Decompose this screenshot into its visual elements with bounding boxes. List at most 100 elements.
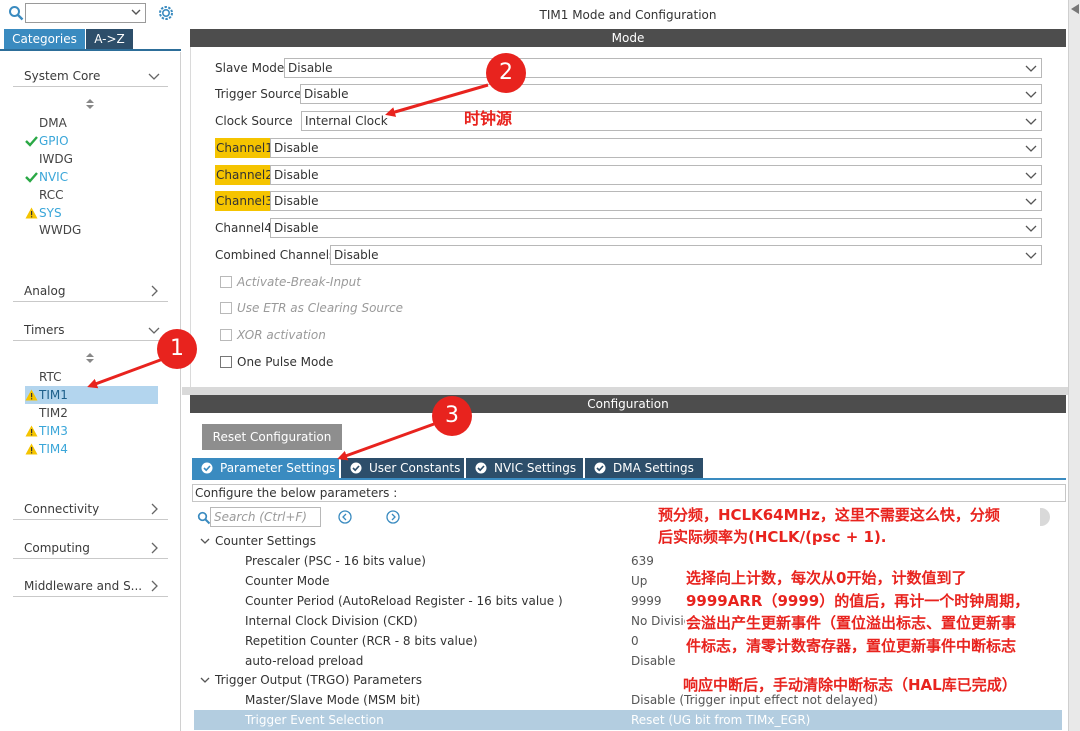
tab-underline [0, 49, 181, 51]
tab-dma-settings[interactable]: DMA Settings [585, 458, 703, 478]
chevron-down-icon [1025, 145, 1037, 152]
configure-hint: Configure the below parameters : [192, 484, 1066, 502]
sidebar-item-gpio[interactable]: GPIO [25, 132, 158, 150]
sidebar-item-dma[interactable]: DMA [25, 114, 158, 132]
category-label: System Core [24, 69, 101, 83]
chevron-down-icon [1025, 118, 1037, 125]
channel1-select[interactable]: Disable [270, 138, 1042, 158]
tab-underline [192, 478, 1066, 480]
channel1-label: Channel1 [215, 138, 274, 158]
peripheral-search-combo[interactable] [25, 3, 146, 23]
sort-icon[interactable] [86, 353, 94, 363]
param-trigger-event-selection[interactable]: Trigger Event Selection Reset (UG bit fr… [194, 710, 1062, 730]
category-analog[interactable]: Analog [13, 280, 168, 302]
param-name: Counter Period (AutoReload Register - 16… [245, 594, 563, 608]
chevron-right-icon [151, 542, 158, 554]
counter-note-line2: 9999ARR（9999）的值后，再计一个时钟周期， [686, 592, 1030, 610]
chevron-down-icon [1025, 252, 1037, 259]
category-timers[interactable]: Timers [13, 319, 168, 341]
warning-icon [25, 207, 38, 218]
category-middleware[interactable]: Middleware and S... [13, 575, 168, 597]
tab-a-z[interactable]: A->Z [86, 29, 133, 49]
counter-note-line1: 选择向上计数，每次从0开始，计数值到了 [686, 569, 967, 587]
chevron-down-icon [1025, 172, 1037, 179]
sidebar-item-nvic[interactable]: NVIC [25, 168, 158, 186]
channel3-label: Channel3 [215, 191, 274, 211]
category-label: Connectivity [24, 502, 100, 516]
parameter-search-input[interactable]: Search (Ctrl+F) [210, 507, 321, 527]
param-name: Prescaler (PSC - 16 bits value) [245, 554, 426, 568]
gear-icon[interactable] [157, 4, 175, 22]
checkbox-box[interactable] [220, 276, 232, 288]
clock-source-select[interactable]: Internal Clock [301, 111, 1042, 131]
group-trgo-parameters[interactable]: Trigger Output (TRGO) Parameters [200, 670, 422, 690]
param-value[interactable]: Reset (UG bit from TIMx_EGR) [631, 710, 1061, 730]
step-badge-2: 2 [486, 53, 526, 93]
select-value: Internal Clock [305, 114, 388, 128]
sidebar-item-sys[interactable]: SYS [25, 204, 158, 222]
chevron-right-icon [151, 285, 158, 297]
sort-icon[interactable] [86, 99, 94, 109]
sidebar-item-wwdg[interactable]: WWDG [25, 221, 158, 239]
channel2-select[interactable]: Disable [270, 165, 1042, 185]
sidebar-item-tim2[interactable]: TIM2 [25, 404, 158, 422]
trigger-source-label: Trigger Source [215, 87, 302, 101]
select-value: Disable [274, 168, 319, 182]
sidebar-item-tim1[interactable]: TIM1 [25, 385, 158, 404]
check-icon [25, 136, 38, 147]
previous-match-icon[interactable] [338, 510, 352, 524]
panel-separator[interactable] [182, 387, 1068, 395]
check-circle-icon [475, 462, 487, 474]
checkbox-box[interactable] [220, 302, 232, 314]
tab-user-constants[interactable]: User Constants [341, 458, 464, 478]
expand-triangle-icon[interactable] [200, 675, 210, 685]
step-badge-3: 3 [432, 396, 472, 436]
search-icon[interactable] [8, 5, 24, 21]
chevron-down-icon [1025, 91, 1037, 98]
chevron-down-icon [131, 9, 141, 15]
chevron-down-icon [1025, 198, 1037, 205]
counter-note-line3: 会溢出产生更新事件（置位溢出标志、置位更新事 [686, 614, 1017, 632]
channel2-label: Channel2 [215, 165, 274, 185]
checkbox-box[interactable] [220, 329, 232, 341]
group-counter-settings[interactable]: Counter Settings [200, 531, 316, 551]
tab-label: Parameter Settings [220, 461, 336, 475]
reset-configuration-button[interactable]: Reset Configuration [202, 424, 342, 450]
sidebar-item-label: RCC [39, 187, 64, 202]
tab-label: User Constants [369, 461, 461, 475]
collapse-arrow-icon[interactable] [1071, 4, 1079, 14]
tab-nvic-settings[interactable]: NVIC Settings [466, 458, 583, 478]
param-value[interactable]: No Divisio [631, 611, 685, 631]
select-value: Disable [274, 194, 319, 208]
tab-parameter-settings[interactable]: Parameter Settings [192, 458, 339, 478]
check-circle-icon [594, 462, 606, 474]
category-computing[interactable]: Computing [13, 537, 168, 559]
sidebar-item-label: TIM2 [39, 405, 68, 420]
check-circle-icon [350, 462, 362, 474]
channel3-select[interactable]: Disable [270, 191, 1042, 211]
combined-channels-select[interactable]: Disable [330, 245, 1042, 265]
checkbox-label: Activate-Break-Input [237, 275, 361, 289]
checkbox-box[interactable] [220, 356, 232, 368]
sidebar-item-tim4[interactable]: TIM4 [25, 440, 158, 458]
next-match-icon[interactable] [386, 510, 400, 524]
sidebar-item-iwdg[interactable]: IWDG [25, 150, 158, 168]
sidebar-item-tim3[interactable]: TIM3 [25, 422, 158, 440]
slave-mode-label: Slave Mode [215, 61, 285, 75]
sidebar-item-rcc[interactable]: RCC [25, 186, 158, 204]
configuration-header: Configuration [190, 395, 1066, 413]
expand-triangle-icon[interactable] [200, 536, 210, 546]
select-value: Disable [274, 221, 319, 235]
category-label: Middleware and S... [24, 579, 143, 593]
channel4-select[interactable]: Disable [270, 218, 1042, 238]
category-connectivity[interactable]: Connectivity [13, 498, 168, 520]
trigger-source-select[interactable]: Disable [300, 84, 1042, 104]
category-label: Timers [24, 323, 65, 337]
category-system-core[interactable]: System Core [13, 65, 168, 87]
slave-mode-select[interactable]: Disable [284, 58, 1042, 78]
right-splitter[interactable] [1068, 0, 1080, 731]
window-title: TIM1 Mode and Configuration [539, 8, 717, 22]
tab-categories[interactable]: Categories [4, 29, 85, 49]
sidebar-item-rtc[interactable]: RTC [25, 368, 158, 386]
search-icon [197, 511, 211, 525]
